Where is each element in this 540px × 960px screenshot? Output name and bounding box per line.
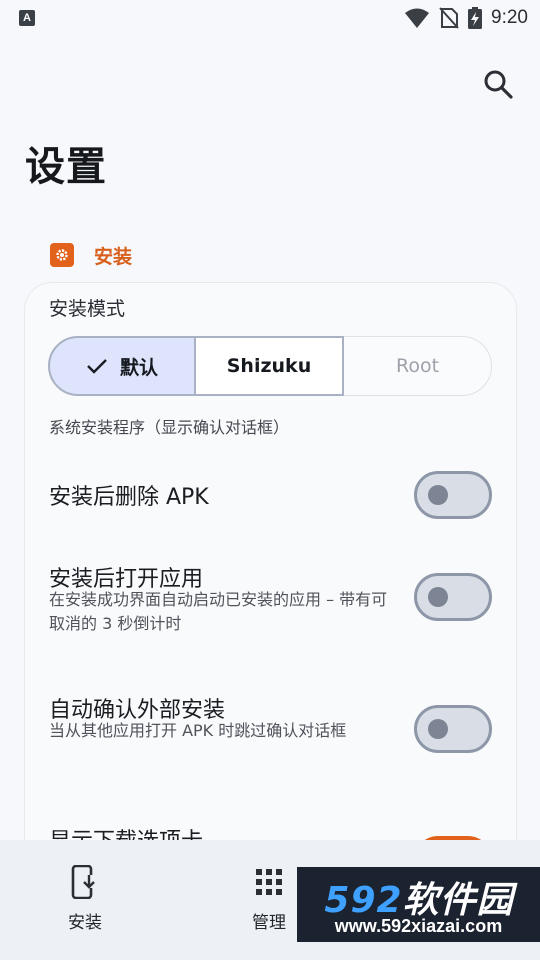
check-icon xyxy=(87,359,107,374)
section-header: 安装 xyxy=(50,242,132,268)
search-icon xyxy=(484,70,513,99)
page-title: 设置 xyxy=(25,144,107,190)
open-app-subtitle: 在安装成功界面自动启动已安装的应用 – 带有可取消的 3 秒倒计时 xyxy=(49,590,388,633)
grid-icon xyxy=(251,864,287,900)
wifi-icon xyxy=(405,8,430,28)
mode-root-label: Root xyxy=(395,355,440,377)
clock: 9:20 xyxy=(491,7,528,28)
auto-confirm-subtitle: 当从其他应用打开 APK 时跳过确认对话框 xyxy=(49,721,347,740)
status-bar: A 9:20 xyxy=(0,0,540,36)
delete-apk-toggle[interactable] xyxy=(414,471,492,519)
watermark-name: 软件园 xyxy=(402,880,514,921)
nav-manage-label: 管理 xyxy=(252,913,286,933)
delete-apk-title: 安装后删除 APK xyxy=(49,485,209,510)
mode-default-label: 默认 xyxy=(119,356,158,379)
install-mode-selector: 默认 Shizuku Root xyxy=(48,336,492,396)
toggle-knob xyxy=(428,719,448,739)
gear-icon xyxy=(50,243,74,267)
toggle-knob xyxy=(428,587,448,607)
toggle-knob xyxy=(428,485,448,505)
watermark-number: 592 xyxy=(324,880,403,921)
mode-shizuku-button[interactable]: Shizuku xyxy=(196,336,344,396)
no-sim-icon xyxy=(439,7,459,29)
notification-app-icon: A xyxy=(19,10,35,26)
section-title: 安装 xyxy=(94,245,133,268)
install-mode-label: 安装模式 xyxy=(49,298,126,320)
battery-charging-icon xyxy=(468,7,483,29)
mode-default-button[interactable]: 默认 xyxy=(48,336,196,396)
nav-install-label: 安装 xyxy=(68,913,102,933)
watermark-logo: 592软件园 www.592xiazai.com xyxy=(297,867,540,942)
mode-shizuku-label: Shizuku xyxy=(226,355,312,377)
status-icons: 9:20 xyxy=(404,6,528,30)
mode-root-button[interactable]: Root xyxy=(344,336,492,396)
phone-download-icon xyxy=(67,864,103,900)
install-mode-description: 系统安装程序（显示确认对话框） xyxy=(49,418,290,437)
nav-install[interactable]: 安装 xyxy=(44,840,126,960)
search-button[interactable] xyxy=(482,68,514,100)
watermark-url: www.592xiazai.com xyxy=(334,916,503,936)
auto-confirm-toggle[interactable] xyxy=(414,705,492,753)
open-app-toggle[interactable] xyxy=(414,573,492,621)
